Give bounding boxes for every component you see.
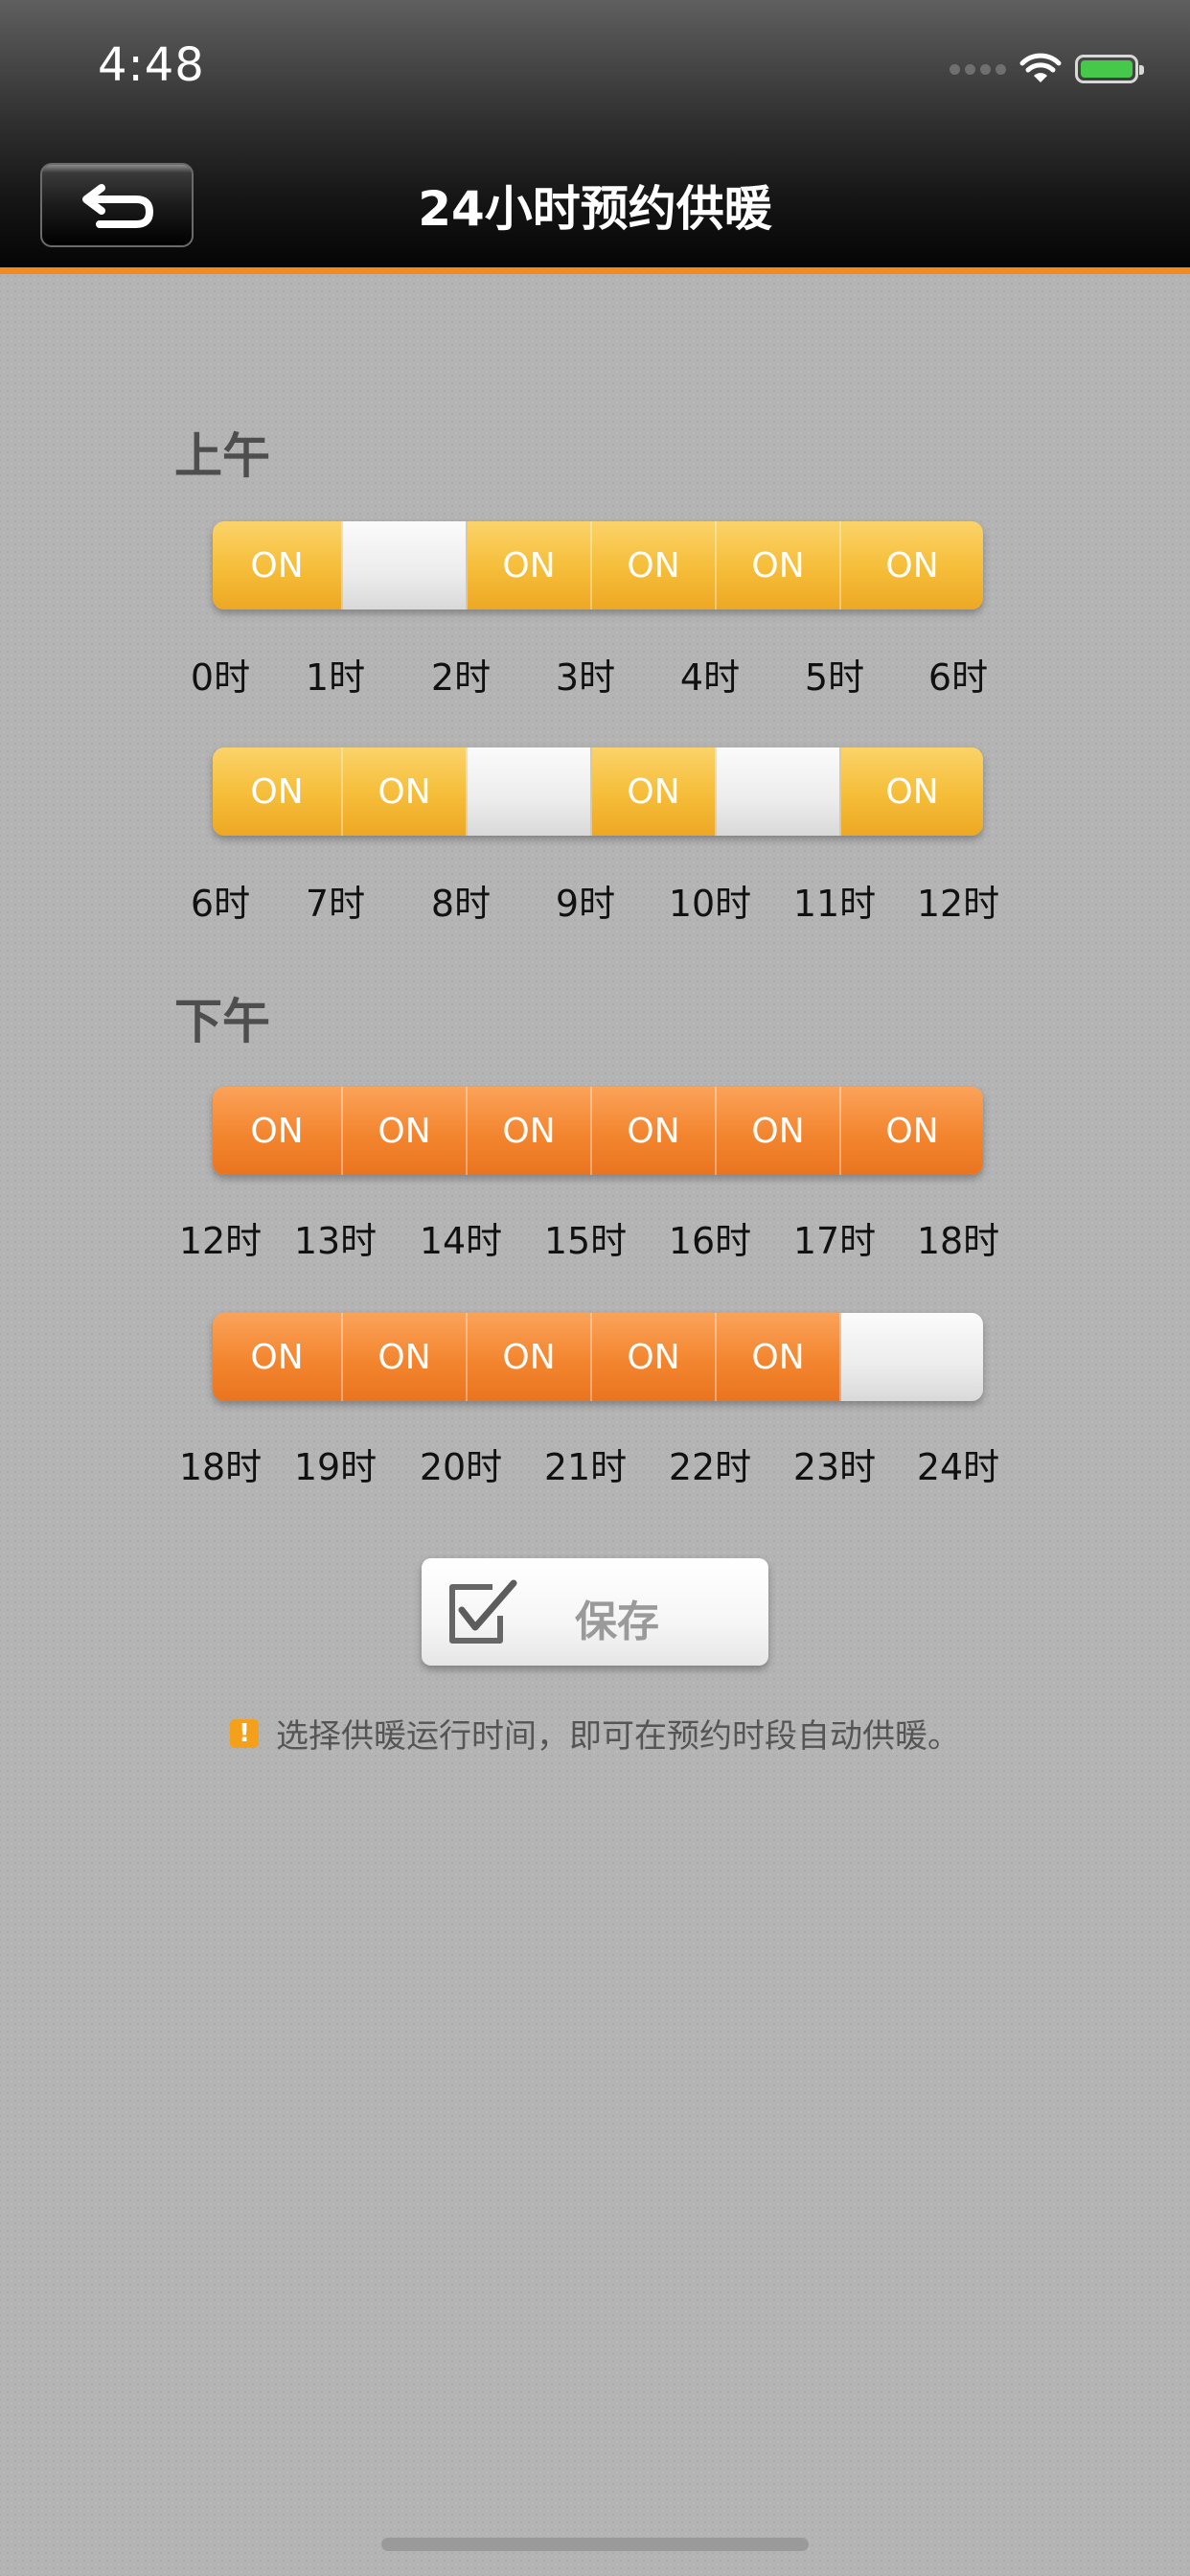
pm-slot-0-toggle[interactable]: ON	[213, 1087, 343, 1175]
am-slot-0-toggle[interactable]: ON	[213, 521, 343, 610]
am-slot-8-toggle[interactable]	[468, 748, 592, 836]
hour-label: 20时	[419, 1446, 503, 1488]
pm-slot-8-toggle[interactable]: ON	[468, 1313, 592, 1401]
am-slot-4-toggle[interactable]: ON	[717, 521, 841, 610]
pm-row-2-toggles: ON ON ON ON ON	[213, 1313, 983, 1401]
hour-label: 5时	[804, 656, 865, 699]
cellular-signal-icon	[950, 63, 1006, 75]
hour-label: 18时	[916, 1220, 1000, 1262]
hour-label: 24时	[916, 1446, 1000, 1488]
hour-label: 6时	[927, 656, 989, 699]
page-title: 24小时预约供暖	[418, 181, 772, 237]
hint-message: ! 选择供暖运行时间，即可在预约时段自动供暖。	[0, 1710, 1190, 1757]
hour-label: 13时	[293, 1220, 378, 1262]
pm-slot-3-toggle[interactable]: ON	[592, 1087, 717, 1175]
hour-label: 7时	[305, 883, 366, 925]
hour-label: 12时	[916, 883, 1000, 925]
status-icons	[950, 50, 1144, 88]
am-slot-11-toggle[interactable]: ON	[841, 748, 983, 836]
hour-label: 21时	[543, 1446, 628, 1488]
pm-slot-7-toggle[interactable]: ON	[343, 1313, 468, 1401]
pm-slot-2-toggle[interactable]: ON	[468, 1087, 592, 1175]
navigation-header: 4:48 24小时预约供暖	[0, 0, 1190, 274]
home-indicator	[381, 2538, 809, 2551]
am-section-label: 上午	[174, 428, 270, 484]
pm-row-1-hour-labels: 12时 13时 14时 15时 16时 17时 18时	[0, 1211, 1190, 1262]
hour-label: 23时	[792, 1446, 877, 1488]
hour-label: 18时	[178, 1446, 263, 1488]
pm-row-1-toggles: ON ON ON ON ON ON	[213, 1087, 983, 1175]
am-slot-2-toggle[interactable]: ON	[468, 521, 592, 610]
hour-label: 2时	[430, 656, 492, 699]
hour-label: 19时	[293, 1446, 378, 1488]
save-button[interactable]: 保存	[422, 1558, 768, 1666]
am-slot-1-toggle[interactable]	[343, 521, 468, 610]
hour-label: 3时	[555, 656, 616, 699]
am-slot-9-toggle[interactable]: ON	[592, 748, 717, 836]
pm-section-label: 下午	[174, 994, 270, 1049]
hour-label: 14时	[419, 1220, 503, 1262]
hour-label: 9时	[555, 883, 616, 925]
am-slot-10-toggle[interactable]	[717, 748, 841, 836]
hour-label: 17时	[792, 1220, 877, 1262]
status-time: 4:48	[98, 38, 205, 92]
pm-slot-9-toggle[interactable]: ON	[592, 1313, 717, 1401]
checkbox-check-icon	[449, 1579, 517, 1644]
hour-label: 4时	[679, 656, 741, 699]
am-row-1-hour-labels: 0时 1时 2时 3时 4时 5时 6时	[0, 648, 1190, 699]
hint-text: 选择供暖运行时间，即可在预约时段自动供暖。	[276, 1717, 960, 1756]
wifi-icon	[1019, 53, 1062, 82]
hour-label: 15时	[543, 1220, 628, 1262]
hour-label: 22时	[668, 1446, 752, 1488]
pm-slot-11-toggle[interactable]	[841, 1313, 983, 1401]
am-slot-5-toggle[interactable]: ON	[841, 521, 983, 610]
am-slot-7-toggle[interactable]: ON	[343, 748, 468, 836]
am-row-2-hour-labels: 6时 7时 8时 9时 10时 11时 12时	[0, 874, 1190, 925]
am-slot-3-toggle[interactable]: ON	[592, 521, 717, 610]
save-button-label: 保存	[575, 1598, 659, 1646]
pm-slot-6-toggle[interactable]: ON	[213, 1313, 343, 1401]
am-slot-6-toggle[interactable]: ON	[213, 748, 343, 836]
pm-slot-10-toggle[interactable]: ON	[717, 1313, 841, 1401]
hour-label: 10时	[668, 883, 752, 925]
hour-label: 16时	[668, 1220, 752, 1262]
am-row-2-toggles: ON ON ON ON	[213, 748, 983, 836]
pm-slot-5-toggle[interactable]: ON	[841, 1087, 983, 1175]
hour-label: 6时	[190, 883, 251, 925]
am-row-1-toggles: ON ON ON ON ON	[213, 521, 983, 610]
pm-slot-1-toggle[interactable]: ON	[343, 1087, 468, 1175]
hour-label: 1时	[305, 656, 366, 699]
hour-label: 11时	[792, 883, 877, 925]
hour-label: 12时	[178, 1220, 263, 1262]
hour-label: 8时	[430, 883, 492, 925]
battery-icon	[1075, 55, 1144, 83]
pm-slot-4-toggle[interactable]: ON	[717, 1087, 841, 1175]
warning-icon: !	[230, 1718, 259, 1748]
pm-row-2-hour-labels: 18时 19时 20时 21时 22时 23时 24时	[0, 1438, 1190, 1488]
hour-label: 0时	[190, 656, 251, 699]
